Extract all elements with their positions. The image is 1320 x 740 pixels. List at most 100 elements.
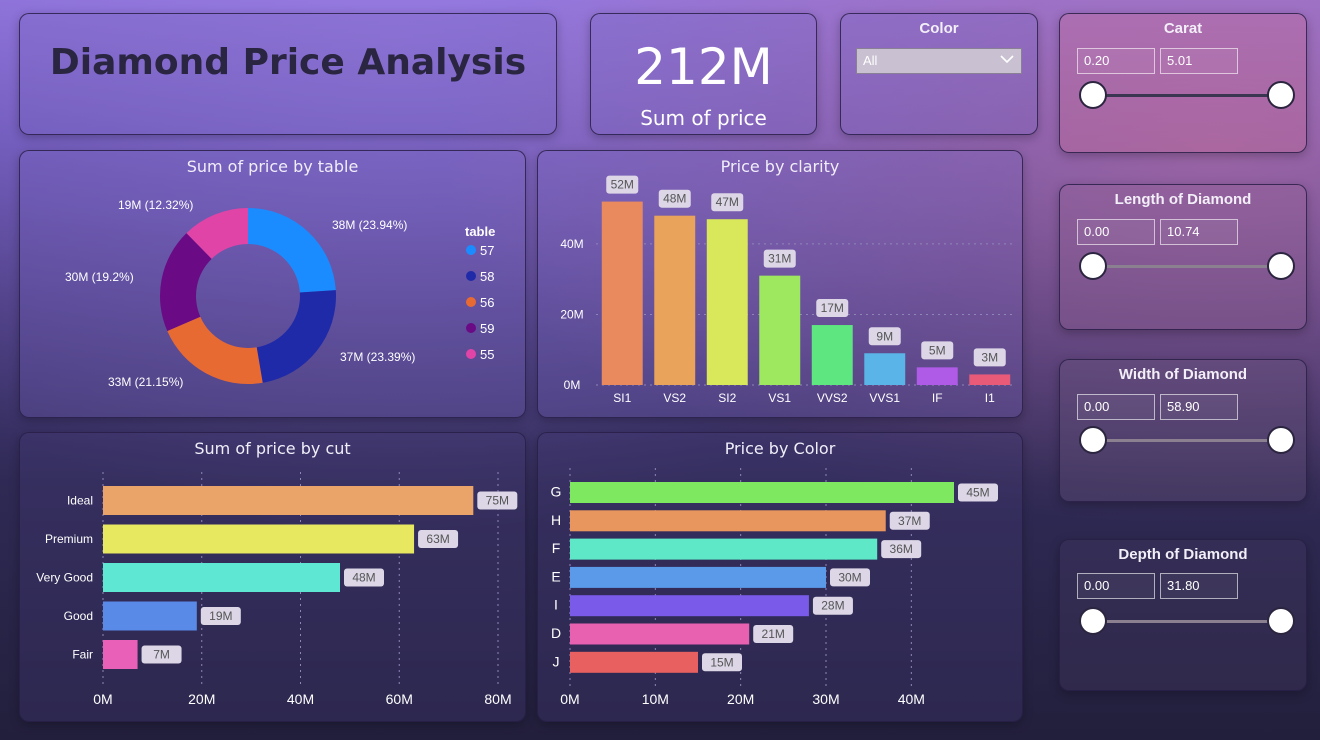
carat-min-handle[interactable] [1079, 81, 1107, 109]
bar-VS1[interactable] [759, 275, 801, 385]
width-slicer: Width of Diamond 0.00 58.90 [1059, 359, 1307, 502]
bar-premium[interactable] [103, 524, 415, 554]
data-label: 19M [209, 609, 232, 623]
legend-item-55[interactable]: 55 [480, 347, 494, 362]
x-tick-label: 20M [188, 691, 215, 707]
carat-max-handle[interactable] [1267, 81, 1295, 109]
data-label: 17M [821, 301, 844, 315]
bar-I1[interactable] [969, 374, 1011, 385]
bar-h[interactable] [570, 510, 886, 532]
x-tick-label: 40M [898, 691, 925, 707]
x-tick-label: 10M [642, 691, 669, 707]
x-tick-label: VVS1 [869, 391, 900, 405]
depth-slicer-title: Depth of Diamond [1118, 546, 1248, 563]
color-chart-card[interactable]: Price by Color 0M 10M 20M 30M 40M G 45M H 37M F 36… [537, 432, 1023, 722]
y-tick-label: 20M [560, 307, 583, 321]
carat-slider-track[interactable] [1092, 94, 1280, 97]
kpi-label: Sum of price [640, 106, 767, 130]
x-tick-label: SI2 [718, 391, 736, 405]
legend-item-56[interactable]: 56 [480, 295, 494, 310]
clarity-bar-chart[interactable]: 0M 20M 40M 52M SI1 48M VS2 47M SI2 31M VS1 17M VVS2 9… [538, 151, 1023, 418]
bar-fair[interactable] [103, 640, 138, 669]
x-tick-label: IF [932, 391, 943, 405]
width-max-input[interactable]: 58.90 [1160, 394, 1238, 420]
data-label: 48M [352, 571, 375, 585]
carat-max-input[interactable]: 5.01 [1160, 48, 1238, 74]
color-dropdown-value: All [863, 53, 878, 68]
legend-swatch [466, 271, 476, 281]
clarity-chart-card[interactable]: Price by clarity 0M 20M 40M 52M SI1 48M VS2 47M… [537, 150, 1023, 418]
bar-IF[interactable] [916, 367, 958, 385]
y-tick-label: 0M [564, 378, 581, 392]
carat-min-input[interactable]: 0.20 [1077, 48, 1155, 74]
x-tick-label: VS2 [663, 391, 686, 405]
x-tick-label: 40M [287, 691, 314, 707]
length-min-handle[interactable] [1079, 252, 1107, 280]
bar-d[interactable] [570, 623, 750, 645]
length-slicer: Length of Diamond 0.00 10.74 [1059, 184, 1307, 330]
page-title: Diamond Price Analysis [49, 42, 527, 83]
depth-max-handle[interactable] [1267, 607, 1295, 635]
title-card: Diamond Price Analysis [19, 13, 557, 135]
color-bar-chart[interactable]: 0M 10M 20M 30M 40M G 45M H 37M F 36M E 30M I 28M D 21M J 1… [538, 433, 1023, 722]
data-label: 3M [981, 350, 998, 364]
legend-item-59[interactable]: 59 [480, 321, 494, 336]
length-max-input[interactable]: 10.74 [1160, 219, 1238, 245]
legend-swatch [466, 349, 476, 359]
data-label: 7M [153, 648, 170, 662]
data-label: 48M [663, 192, 686, 206]
bar-e[interactable] [570, 566, 826, 588]
kpi-value: 212M [634, 38, 773, 96]
length-max-handle[interactable] [1267, 252, 1295, 280]
table-donut-chart[interactable]: 38M (23.94%) 37M (23.39%) 33M (21.15%) 30M … [20, 151, 526, 418]
width-min-handle[interactable] [1079, 426, 1107, 454]
data-label: 45M [966, 486, 989, 500]
depth-slider-track[interactable] [1092, 620, 1280, 623]
bar-SI1[interactable] [601, 201, 643, 385]
bar-j[interactable] [570, 651, 698, 673]
width-slider-track[interactable] [1092, 439, 1280, 442]
depth-min-handle[interactable] [1079, 607, 1107, 635]
bar-VS2[interactable] [654, 215, 696, 385]
donut-slice-57[interactable] [248, 208, 336, 293]
color-dropdown[interactable]: All [856, 48, 1022, 74]
length-slider-track[interactable] [1092, 265, 1280, 268]
table-chart-card[interactable]: Sum of price by table 38M (23.94%) 37M (2… [19, 150, 526, 418]
length-min-input[interactable]: 0.00 [1077, 219, 1155, 245]
bar-SI2[interactable] [706, 219, 748, 385]
bar-f[interactable] [570, 538, 878, 560]
data-label: 30M [838, 570, 861, 584]
donut-slice-58[interactable] [256, 290, 336, 383]
chevron-down-icon [1000, 55, 1014, 64]
width-min-input[interactable]: 0.00 [1077, 394, 1155, 420]
bar-g[interactable] [570, 482, 954, 503]
legend-item-58[interactable]: 58 [480, 269, 494, 284]
depth-min-input[interactable]: 0.00 [1077, 573, 1155, 599]
depth-max-input[interactable]: 31.80 [1160, 573, 1238, 599]
donut-slice-56[interactable] [167, 316, 263, 384]
width-max-handle[interactable] [1267, 426, 1295, 454]
y-tick-label: Premium [45, 532, 93, 546]
bar-very-good[interactable] [103, 563, 340, 592]
legend-title: table [465, 224, 495, 239]
data-label: 31M [768, 252, 791, 266]
y-tick-label: 40M [560, 237, 583, 251]
bar-VVS2[interactable] [811, 325, 853, 385]
legend-swatch [466, 297, 476, 307]
kpi-card[interactable]: 212M Sum of price [590, 13, 817, 135]
data-label: 28M [821, 599, 844, 613]
width-slicer-title: Width of Diamond [1118, 366, 1248, 383]
y-tick-label: J [553, 653, 560, 669]
x-tick-label: VVS2 [817, 391, 848, 405]
bar-i[interactable] [570, 595, 809, 617]
length-slicer-title: Length of Diamond [1114, 191, 1252, 208]
cut-chart-card[interactable]: Sum of price by cut 0M 20M 40M 60M 80M Ideal 7… [19, 432, 526, 722]
donut-label: 33M (21.15%) [108, 375, 183, 389]
legend-item-57[interactable]: 57 [480, 243, 494, 258]
legend-swatch [466, 323, 476, 333]
bar-ideal[interactable] [103, 486, 474, 515]
cut-bar-chart[interactable]: 0M 20M 40M 60M 80M Ideal 75M Premium 63M Very Goo… [20, 433, 526, 722]
legend-swatch [466, 245, 476, 255]
bar-VVS1[interactable] [864, 353, 906, 385]
bar-good[interactable] [103, 601, 197, 631]
